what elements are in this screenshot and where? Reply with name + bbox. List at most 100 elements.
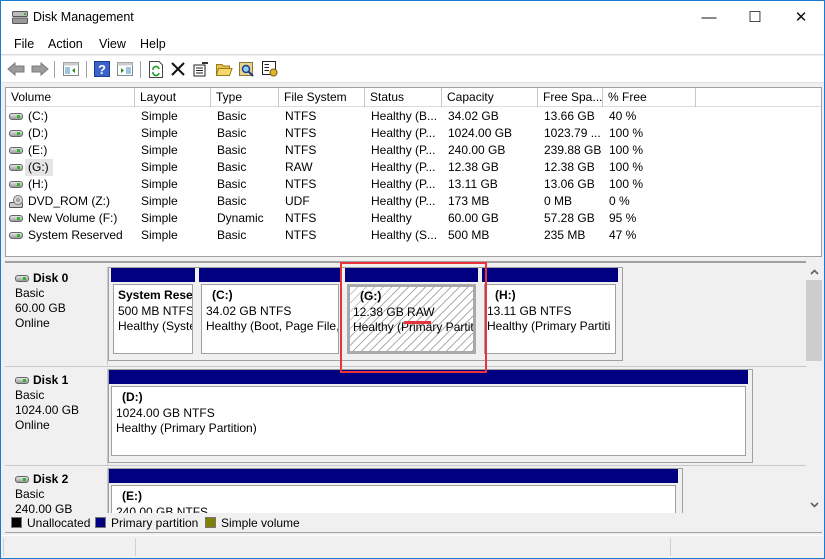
table-row[interactable]: (H:) Simple Basic NTFS Healthy (P... 13.11 GB… [6, 176, 821, 193]
disk-name: Disk 2 [33, 472, 69, 486]
chevron-up-icon [809, 268, 819, 275]
disk-name: Disk 0 [33, 271, 69, 285]
cell-capacity: 173 MB [448, 194, 490, 208]
disk-info[interactable]: Disk 0 Basic 60.00 GB Online [7, 267, 108, 365]
disk-size: 1024.00 GB [15, 403, 80, 417]
cell-free: 239.88 GB [544, 143, 601, 157]
column-header-volume[interactable]: Volume [6, 88, 135, 107]
column-header-percent-free[interactable]: % Free [603, 88, 696, 107]
back-button[interactable] [7, 60, 25, 78]
disk-info[interactable]: Disk 2 Basic 240.00 GB [7, 468, 108, 513]
settings-button[interactable] [261, 60, 279, 78]
help-button[interactable]: ? [93, 60, 111, 78]
partition-status: Healthy (Primary Partition) [116, 421, 257, 435]
refresh-icon [149, 60, 163, 78]
cell-pct: 100 % [609, 160, 644, 174]
explore-button[interactable] [238, 60, 256, 78]
cell-fs: NTFS [285, 228, 317, 242]
cell-free: 1023.79 ... [544, 126, 601, 140]
partition-label: (H:) [495, 288, 516, 302]
disk-icon [15, 377, 29, 384]
cell-type: Basic [217, 143, 247, 157]
cell-layout: Simple [141, 177, 178, 191]
column-header-status[interactable]: Status [365, 88, 442, 107]
show-hide-action-pane-button[interactable] [116, 60, 134, 78]
volume-list: Volume Layout Type File System Status Ca… [5, 87, 822, 257]
partition-g[interactable]: (G:) 12.38 GB RAW Healthy (Primary Parti… [345, 268, 480, 356]
menu-file[interactable]: File [14, 37, 34, 51]
column-header-capacity[interactable]: Capacity [442, 88, 538, 107]
scroll-up-button[interactable] [806, 263, 822, 280]
refresh-button[interactable] [147, 60, 165, 78]
open-button[interactable] [215, 60, 233, 78]
disk-partitions: (E:) 240.00 GB NTFS [108, 468, 683, 513]
partition-e[interactable]: (E:) 240.00 GB NTFS [109, 469, 678, 513]
cell-type: Basic [217, 109, 247, 123]
cell-status: Healthy (P... [371, 126, 436, 140]
show-hide-console-tree-button[interactable] [62, 60, 80, 78]
menu-help[interactable]: Help [140, 37, 166, 51]
close-icon: ✕ [794, 9, 808, 26]
disk-state: Online [15, 418, 50, 432]
delete-button[interactable] [169, 60, 187, 78]
menu-action[interactable]: Action [48, 37, 83, 51]
cell-fs: NTFS [285, 177, 317, 191]
cell-volume: (H:) [28, 177, 48, 191]
close-button[interactable]: ✕ [778, 1, 824, 33]
table-row[interactable]: New Volume (F:) Simple Dynamic NTFS Healthy 6… [6, 210, 821, 227]
partition-label: (C:) [212, 288, 233, 302]
table-row[interactable]: (C:) Simple Basic NTFS Healthy (B... 34.02 GB… [6, 108, 821, 125]
partition-bar [199, 268, 341, 282]
partition-d[interactable]: (D:) 1024.00 GB NTFS Healthy (Primary Pa… [109, 370, 748, 458]
cell-volume: (D:) [28, 126, 48, 140]
cell-status: Healthy (P... [371, 143, 436, 157]
legend-swatch [95, 517, 106, 528]
cell-fs: NTFS [285, 211, 317, 225]
partition-label: (G:) [360, 289, 382, 303]
delete-icon [171, 62, 185, 76]
cell-fs: UDF [285, 194, 310, 208]
cell-layout: Simple [141, 194, 178, 208]
partition-h[interactable]: (H:) 13.11 GB NTFS Healthy (Primary Part… [482, 268, 620, 356]
cell-pct: 100 % [609, 177, 644, 191]
table-row[interactable]: DVD_ROM (Z:) Simple Basic UDF Healthy (P... 1… [6, 193, 821, 210]
cell-volume: New Volume (F:) [28, 211, 118, 225]
console-tree-icon [63, 62, 79, 76]
partition-bar [111, 268, 195, 282]
column-header-file-system[interactable]: File System [279, 88, 365, 107]
table-row[interactable]: (G:) Simple Basic RAW Healthy (P... 12.38 GB 1… [6, 159, 821, 176]
scroll-down-button[interactable] [806, 496, 822, 513]
partition-c[interactable]: (C:) 34.02 GB NTFS Healthy (Boot, Page F… [199, 268, 343, 356]
drive-icon [9, 181, 23, 188]
partition-system-reserved[interactable]: System Rese 500 MB NTFS Healthy (Syste [111, 268, 197, 356]
properties-button[interactable] [192, 60, 210, 78]
cell-capacity: 12.38 GB [448, 160, 499, 174]
disk-size: 60.00 GB [15, 301, 66, 315]
table-row[interactable]: (D:) Simple Basic NTFS Healthy (P... 1024.00 … [6, 125, 821, 142]
disk-state: Online [15, 316, 50, 330]
status-bar [1, 535, 824, 558]
cell-layout: Simple [141, 126, 178, 140]
scroll-thumb[interactable] [806, 280, 822, 361]
partition-label: System Rese [118, 288, 193, 302]
partition-size-fs: 240.00 GB NTFS [116, 504, 209, 514]
table-row[interactable]: System Reserved Simple Basic NTFS Healthy (S… [6, 227, 821, 244]
minimize-button[interactable]: — [686, 1, 732, 33]
disk-info[interactable]: Disk 1 Basic 1024.00 GB Online [7, 369, 108, 465]
cell-fs: NTFS [285, 143, 317, 157]
disk-row: Disk 0 Basic 60.00 GB Online System Rese… [5, 263, 806, 365]
window-title: Disk Management [33, 10, 134, 24]
cell-capacity: 500 MB [448, 228, 490, 242]
table-row[interactable]: (E:) Simple Basic NTFS Healthy (P... 240.00 G… [6, 142, 821, 159]
partition-bar [345, 268, 478, 282]
disk-map-scrollbar[interactable] [806, 263, 822, 513]
legend-simple-volume: Simple volume [205, 516, 300, 530]
maximize-button[interactable]: ☐ [732, 1, 778, 33]
column-header-layout[interactable]: Layout [135, 88, 211, 107]
column-header-type[interactable]: Type [211, 88, 279, 107]
forward-button[interactable] [31, 60, 49, 78]
cell-capacity: 34.02 GB [448, 109, 499, 123]
disk-type: Basic [15, 286, 45, 300]
column-header-free-space[interactable]: Free Spa... [538, 88, 603, 107]
menu-view[interactable]: View [99, 37, 126, 51]
